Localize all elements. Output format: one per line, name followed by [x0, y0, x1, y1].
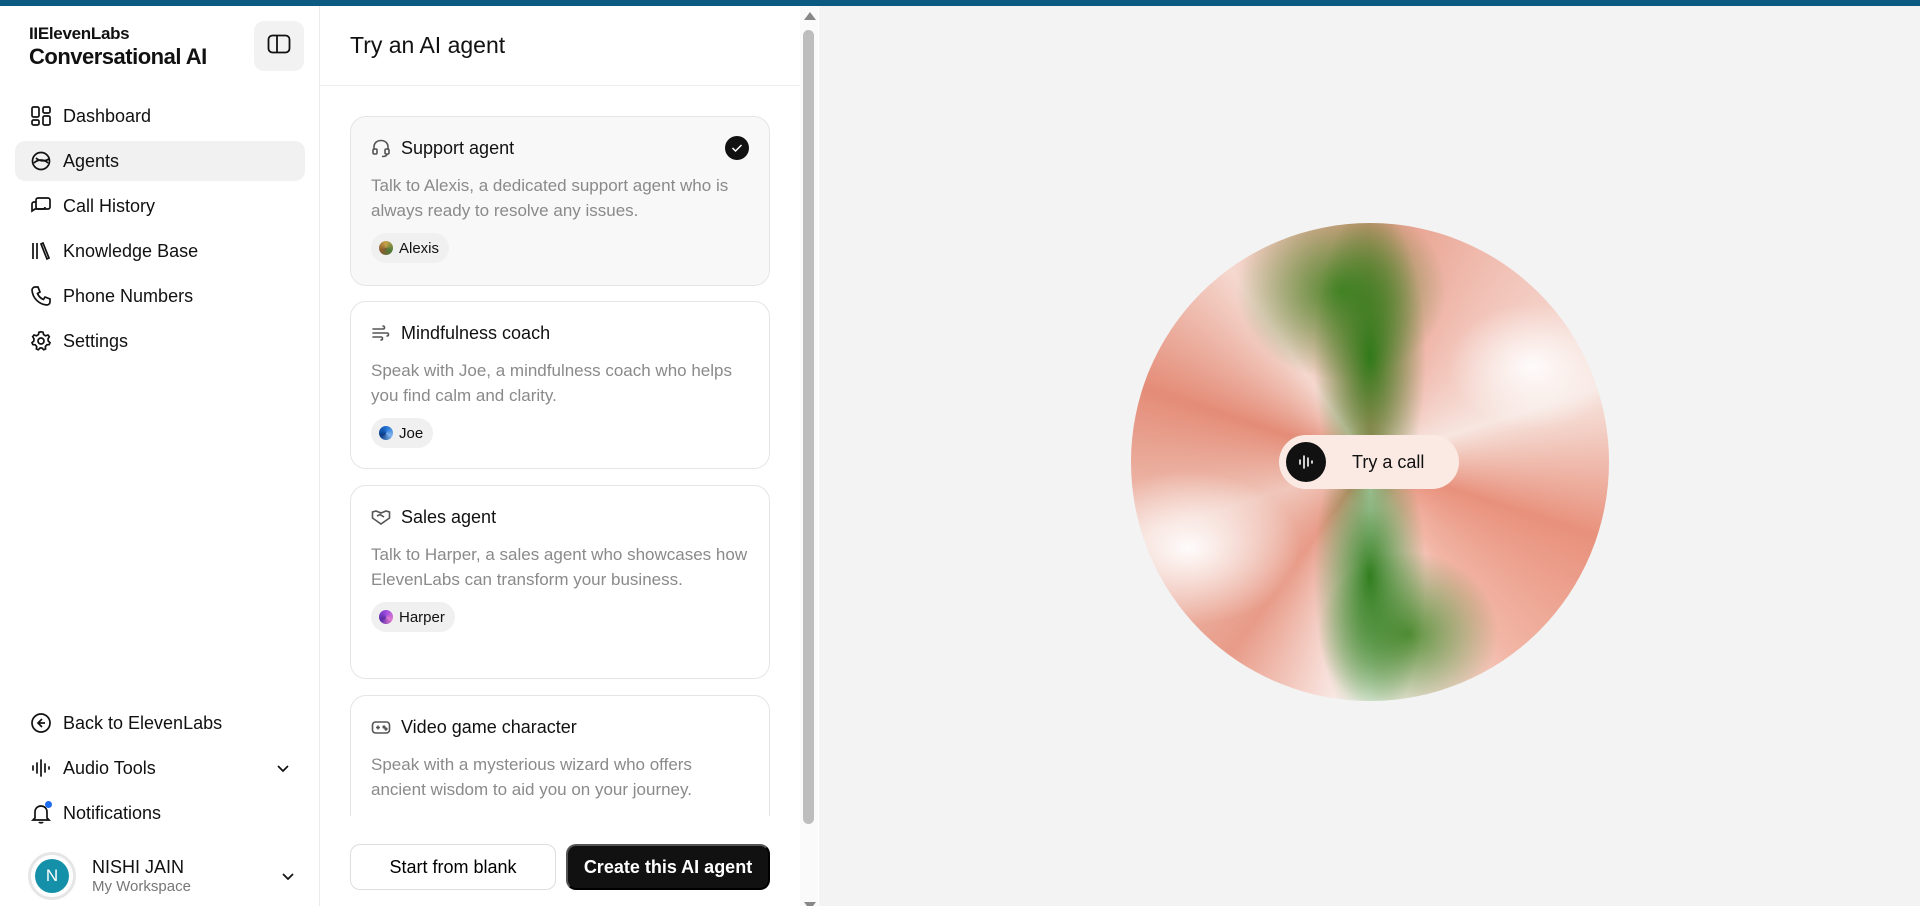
sidebar-item-label: Settings — [63, 330, 129, 351]
sidebar-item-label: Agents — [63, 150, 120, 171]
voice-chip: Joe — [371, 418, 434, 448]
panel-header: Try an AI agent — [320, 6, 800, 86]
user-info: NISHI JAIN My Workspace — [92, 856, 191, 896]
agent-card-description: Speak with a mysterious wizard who offer… — [371, 755, 692, 799]
user-name: NISHI JAIN — [92, 857, 185, 877]
brand-logo[interactable]: IIElevenLabs Conversational AI — [29, 24, 207, 70]
sidebar-item-label: Dashboard — [63, 105, 152, 126]
avatar-initial: N — [35, 859, 69, 893]
agent-card-description: Talk to Harper, a sales agent who showca… — [371, 545, 748, 589]
audio-tools-menu[interactable]: Audio Tools — [15, 748, 305, 788]
chevron-down-icon — [280, 868, 296, 884]
agent-card-title: Video game character — [401, 716, 577, 737]
sidebar-item-knowledge-base[interactable]: Knowledge Base — [15, 231, 305, 271]
sidebar-nav: Dashboard Agents Call History Knowledge … — [15, 96, 305, 366]
chevron-down-icon — [275, 760, 291, 776]
sidebar-item-label: Phone Numbers — [63, 285, 194, 306]
sidebar-panel-icon — [267, 34, 291, 59]
voice-avatar-icon — [379, 426, 393, 440]
panel-footer: Start from blank Create this AI agent — [350, 844, 770, 890]
product-name: Conversational AI — [29, 44, 207, 69]
scroll-down-arrow[interactable] — [804, 902, 816, 906]
sidebar-item-call-history[interactable]: Call History — [15, 186, 305, 226]
notifications-label: Notifications — [63, 802, 162, 823]
gear-icon — [29, 329, 53, 353]
workspace-name: My Workspace — [92, 878, 191, 895]
agent-card-description: Speak with Joe, a mindfulness coach who … — [371, 361, 732, 405]
create-agent-button[interactable]: Create this AI agent — [566, 844, 770, 890]
voice-wave-icon — [1286, 442, 1326, 482]
sidebar-item-label: Call History — [63, 195, 156, 216]
voice-chip: Alexis — [371, 233, 450, 263]
user-account-menu[interactable]: N NISHI JAIN My Workspace — [28, 851, 298, 901]
phone-icon — [29, 284, 53, 308]
try-call-label: Try a call — [1352, 451, 1425, 472]
sidebar-item-phone-numbers[interactable]: Phone Numbers — [15, 276, 305, 316]
agent-card-sales[interactable]: Sales agent Talk to Harper, a sales agen… — [350, 485, 770, 679]
dashboard-icon — [29, 104, 53, 128]
sidebar-footer-nav: Back to ElevenLabs Audio Tools Notificat… — [15, 703, 305, 838]
knowledge-base-icon — [29, 239, 53, 263]
notification-dot — [45, 801, 52, 808]
back-label: Back to ElevenLabs — [63, 712, 223, 733]
agent-card-video-game[interactable]: Video game character Speak with a myster… — [350, 695, 770, 816]
audio-tools-label: Audio Tools — [63, 757, 156, 778]
voice-avatar-icon — [379, 610, 393, 624]
toggle-sidebar-button[interactable] — [254, 21, 304, 71]
brand-name: IIElevenLabs — [29, 24, 130, 43]
wind-icon — [371, 322, 393, 344]
handshake-icon — [371, 506, 393, 528]
agents-icon — [29, 149, 53, 173]
start-from-blank-button[interactable]: Start from blank — [350, 844, 556, 890]
voice-name: Alexis — [399, 239, 440, 257]
agent-card-description: Talk to Alexis, a dedicated support agen… — [371, 176, 729, 220]
voice-name: Joe — [399, 424, 424, 442]
agent-templates-panel: Try an AI agent Support agent Talk to Al… — [320, 6, 818, 906]
back-to-elevenlabs-link[interactable]: Back to ElevenLabs — [15, 703, 305, 743]
sidebar-item-settings[interactable]: Settings — [15, 321, 305, 361]
try-call-button[interactable]: Try a call — [1279, 435, 1459, 489]
call-history-icon — [29, 194, 53, 218]
sidebar: IIElevenLabs Conversational AI Dashboard… — [0, 6, 320, 906]
voice-name: Harper — [399, 608, 445, 626]
sidebar-item-dashboard[interactable]: Dashboard — [15, 96, 305, 136]
page-title: Try an AI agent — [350, 32, 506, 58]
sidebar-item-label: Knowledge Base — [63, 240, 199, 261]
agent-card-mindfulness[interactable]: Mindfulness coach Speak with Joe, a mind… — [350, 301, 770, 469]
voice-avatar-icon — [379, 241, 393, 255]
agent-template-list: Support agent Talk to Alexis, a dedicate… — [350, 116, 770, 816]
bell-icon — [29, 801, 53, 825]
headset-icon — [371, 137, 393, 159]
scroll-thumb[interactable] — [803, 30, 814, 824]
gamepad-icon — [371, 716, 393, 738]
notifications-link[interactable]: Notifications — [15, 793, 305, 833]
avatar: N — [28, 852, 76, 900]
agent-card-title: Mindfulness coach — [401, 322, 551, 343]
sidebar-item-agents[interactable]: Agents — [15, 141, 305, 181]
voice-chip: Harper — [371, 602, 455, 632]
check-icon — [725, 136, 749, 160]
waveform-icon — [29, 756, 53, 780]
agent-card-title: Sales agent — [401, 506, 497, 527]
back-arrow-icon — [29, 711, 53, 735]
call-preview-area: Try a call — [819, 6, 1920, 906]
agent-card-support[interactable]: Support agent Talk to Alexis, a dedicate… — [350, 116, 770, 286]
agent-card-title: Support agent — [401, 137, 515, 158]
scroll-up-arrow[interactable] — [804, 12, 816, 20]
